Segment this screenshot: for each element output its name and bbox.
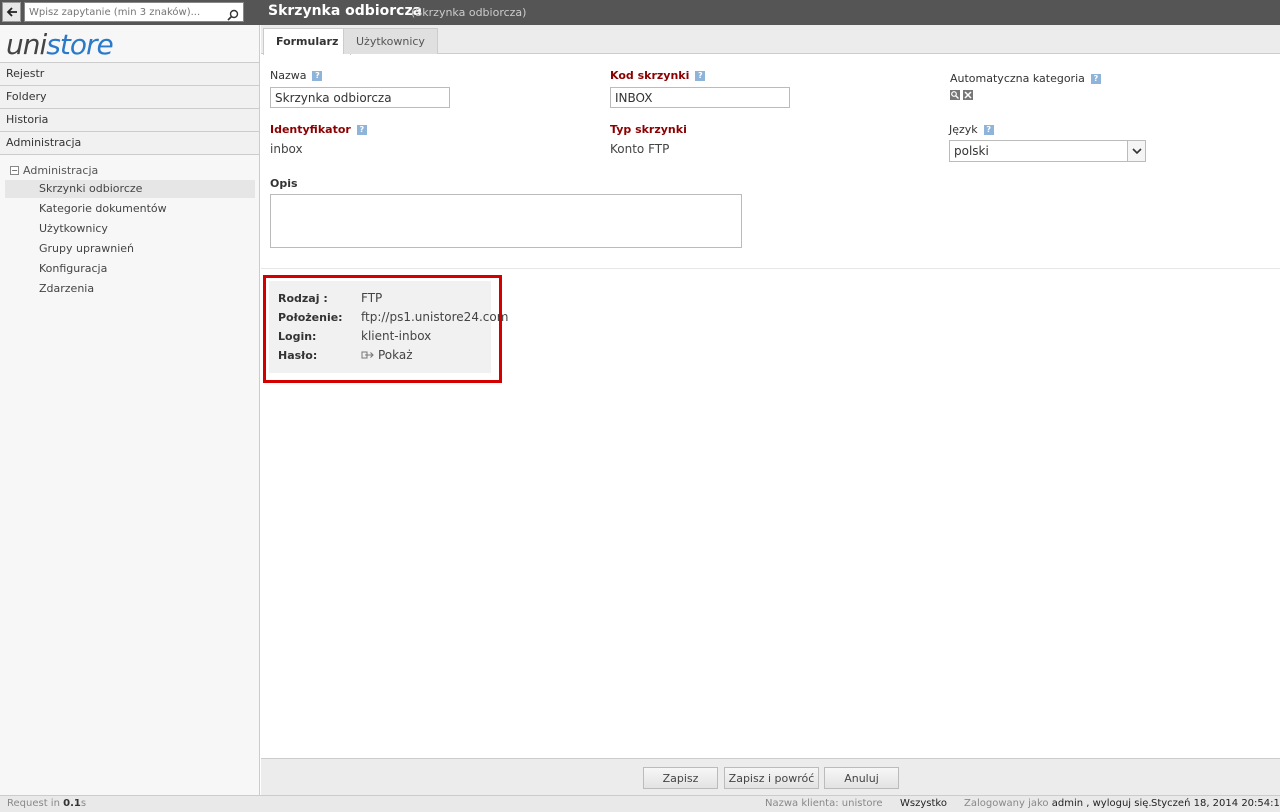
nazwa-label: Nazwa? — [270, 69, 323, 82]
cancel-button[interactable]: Anuluj — [824, 767, 899, 789]
client-name: Nazwa klienta: unistore — [765, 798, 883, 809]
search-input[interactable] — [25, 3, 221, 21]
jezyk-select[interactable]: polski — [949, 140, 1146, 162]
menu-item-rejestr[interactable]: Rejestr — [0, 62, 259, 85]
search-box — [24, 2, 244, 22]
help-icon[interactable]: ? — [1090, 73, 1101, 84]
tab-bar: Formularz Użytkownicy — [261, 25, 1280, 55]
all-link[interactable]: Wszystko — [900, 798, 947, 809]
back-button[interactable] — [2, 2, 21, 22]
request-time: Request in 0.1s — [7, 798, 87, 809]
menu-item-historia[interactable]: Historia — [0, 108, 259, 131]
typ-value: Konto FTP — [610, 142, 670, 156]
help-icon[interactable]: ? — [356, 124, 367, 135]
jezyk-value: polski — [954, 144, 989, 158]
top-bar: Skrzynka odbiorcza (Skrzynka odbiorcza) — [0, 0, 1280, 25]
autokat-label: Automatyczna kategoria? — [950, 72, 1101, 85]
help-icon[interactable]: ? — [983, 124, 994, 135]
save-return-button[interactable]: Zapisz i powróć — [724, 767, 819, 789]
opis-textarea[interactable] — [270, 194, 742, 248]
identyfikator-label: Identyfikator? — [270, 123, 367, 136]
tree-root-label: Administracja — [23, 164, 99, 177]
logo: unistore — [6, 28, 114, 61]
highlight-box — [263, 275, 502, 383]
nazwa-input[interactable] — [270, 87, 450, 108]
status-bar: Request in 0.1s Nazwa klienta: unistore … — [0, 795, 1280, 812]
tree-item-kategorie[interactable]: Kategorie dokumentów — [5, 200, 255, 218]
identyfikator-value: inbox — [270, 142, 303, 156]
kod-input[interactable] — [610, 87, 790, 108]
menu-item-administracja[interactable]: Administracja — [0, 131, 259, 155]
page-subtitle: (Skrzynka odbiorcza) — [411, 6, 527, 19]
tree-collapse-icon[interactable]: − — [10, 166, 19, 175]
user-link[interactable]: admin — [1052, 798, 1083, 809]
page-title: Skrzynka odbiorcza — [268, 3, 423, 19]
typ-label: Typ skrzynki — [610, 123, 687, 136]
datetime: Styczeń 18, 2014 20:54:15 — [1151, 798, 1280, 809]
divider — [261, 268, 1280, 269]
tree-item-grupy[interactable]: Grupy uprawnień — [5, 240, 255, 258]
save-button[interactable]: Zapisz — [643, 767, 718, 789]
kod-label: Kod skrzynki? — [610, 69, 706, 82]
menu-item-foldery[interactable]: Foldery — [0, 85, 259, 108]
search-icon — [226, 9, 238, 21]
lookup-icon[interactable] — [950, 90, 960, 100]
tree-item-konfiguracja[interactable]: Konfiguracja — [5, 260, 255, 278]
tree-root-administracja[interactable]: − Administracja — [10, 164, 98, 177]
tree-item-skrzynki[interactable]: Skrzynki odbiorcze — [5, 180, 255, 198]
jezyk-label: Język? — [949, 123, 994, 136]
logout-link[interactable]: , wyloguj się. — [1086, 798, 1151, 809]
main-content: Formularz Użytkownicy Nazwa? Kod skrzynk… — [261, 25, 1280, 758]
back-arrow-icon — [6, 7, 17, 17]
dropdown-arrow-icon[interactable] — [1127, 141, 1145, 161]
help-icon[interactable]: ? — [695, 70, 706, 81]
tab-uzytkownicy[interactable]: Użytkownicy — [343, 28, 438, 54]
help-icon[interactable]: ? — [312, 70, 323, 81]
tree-item-uzytkownicy[interactable]: Użytkownicy — [5, 220, 255, 238]
tree-item-zdarzenia[interactable]: Zdarzenia — [5, 280, 255, 298]
logged-in-info: Zalogowany jako admin , wyloguj się. — [964, 798, 1152, 809]
clear-icon[interactable] — [963, 90, 973, 100]
tab-formularz[interactable]: Formularz — [263, 28, 352, 55]
opis-label: Opis — [270, 177, 298, 190]
button-bar: Zapisz Zapisz i powróć Anuluj — [261, 758, 1280, 795]
sidebar: unistore Rejestr Foldery Historia Admini… — [0, 25, 260, 795]
search-button[interactable] — [221, 5, 244, 25]
